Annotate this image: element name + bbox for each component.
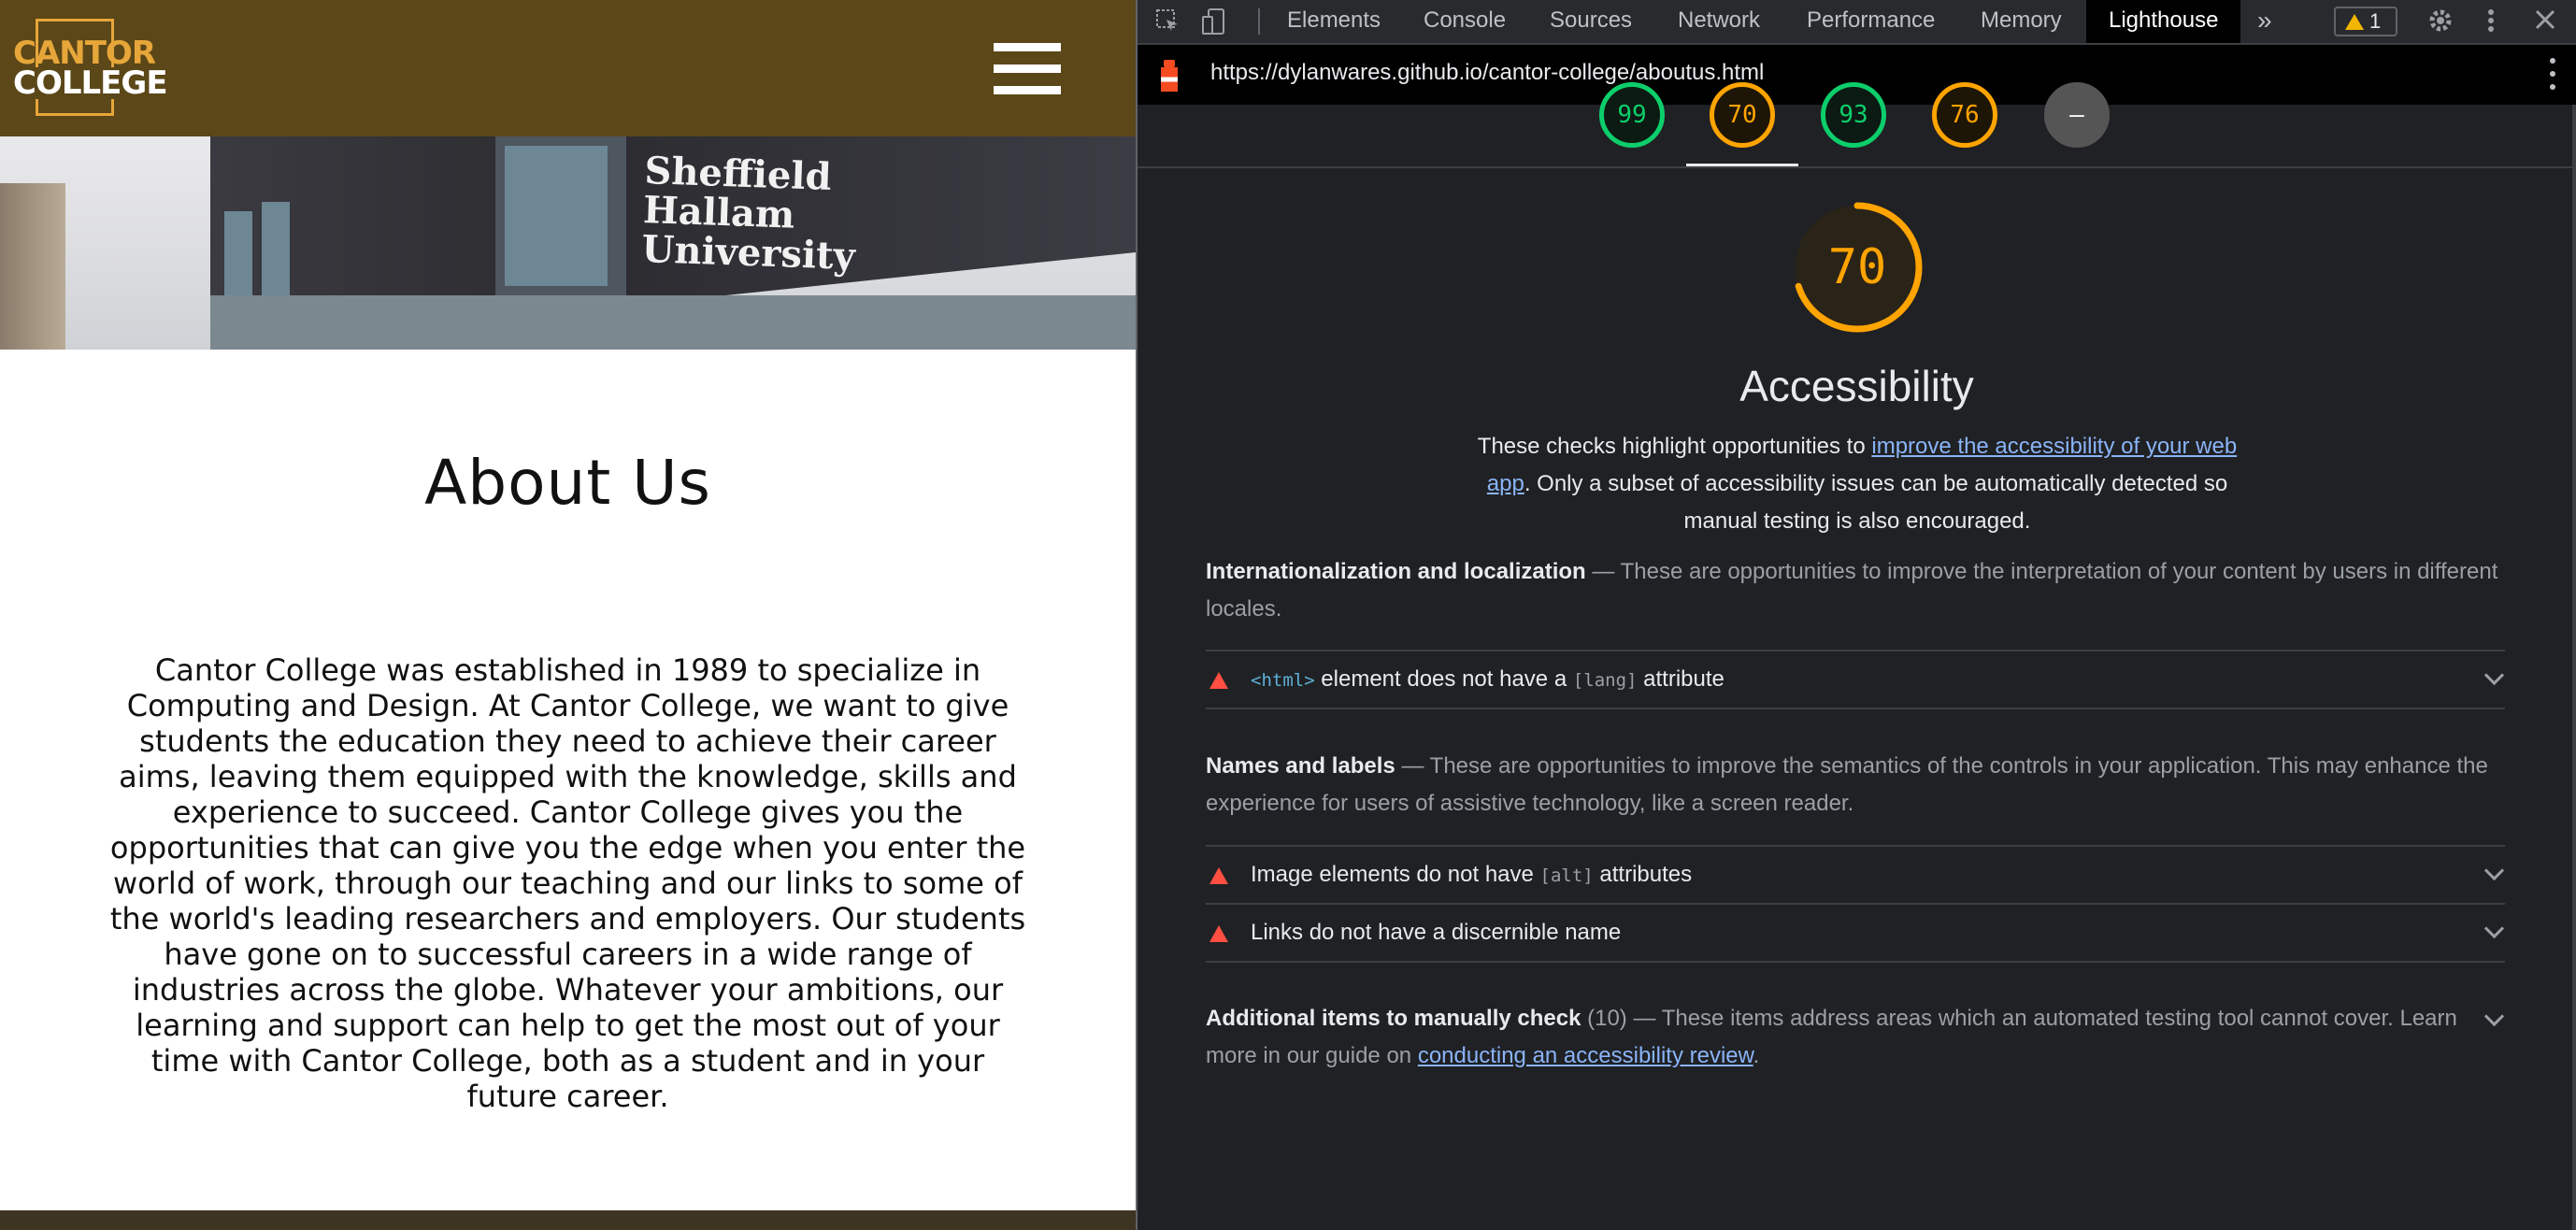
hamburger-menu-icon[interactable]: [994, 43, 1061, 95]
about-paragraph: Cantor College was established in 1989 t…: [109, 652, 1026, 1114]
audit-html-lang[interactable]: <html> element does not have a [lang] at…: [1206, 650, 2505, 709]
page-title: About Us: [424, 447, 711, 519]
fail-icon: [1209, 867, 1228, 884]
gauge-performance[interactable]: 99: [1599, 82, 1665, 148]
logo-line2: COLLEGE: [13, 64, 168, 102]
accessibility-review-guide-link[interactable]: conducting an accessibility review: [1418, 1043, 1753, 1068]
warning-icon: [2345, 14, 2364, 30]
site-header: CANTOR COLLEGE: [0, 0, 1136, 136]
active-gauge-indicator: [1686, 164, 1798, 166]
tab-network[interactable]: Network: [1678, 0, 1760, 43]
group-names-labels-header: Names and labels — These are opportuniti…: [1206, 753, 2488, 816]
hero-banner-image: Sheffield Hallam University: [0, 136, 1136, 350]
settings-gear-icon[interactable]: [2426, 7, 2455, 37]
chevron-down-icon: [2483, 665, 2505, 686]
score-gauges-row: 99 70 93 76 –: [1138, 82, 2576, 168]
manual-checks-section[interactable]: Additional items to manually check (10) …: [1206, 1000, 2505, 1075]
gauge-seo[interactable]: 76: [1932, 82, 1997, 148]
devtools-toolbar: Elements Console Sources Network Perform…: [1138, 0, 2576, 45]
gauge-pwa[interactable]: –: [2044, 82, 2110, 148]
tab-performance[interactable]: Performance: [1807, 0, 1935, 43]
tab-memory[interactable]: Memory: [1981, 0, 2062, 43]
panel-scrollbar[interactable]: [2572, 105, 2576, 1230]
accessibility-score-value: 70: [1827, 239, 1887, 295]
cantor-college-logo[interactable]: CANTOR COLLEGE: [13, 17, 168, 118]
group-i18n-header: Internationalization and localization — …: [1206, 559, 2498, 622]
more-tabs-icon[interactable]: »: [2257, 0, 2272, 43]
gauge-best-practices[interactable]: 93: [1821, 82, 1886, 148]
report-menu-icon[interactable]: [2550, 58, 2557, 92]
category-title: Accessibility: [1739, 362, 1974, 410]
chevron-down-icon: [2483, 918, 2505, 939]
audit-link-name[interactable]: Links do not have a discernible name: [1206, 903, 2505, 963]
banner-sign-text: Sheffield Hallam University: [640, 149, 856, 279]
chevron-down-icon: [2483, 860, 2505, 881]
close-devtools-icon[interactable]: [2530, 7, 2560, 37]
fail-icon: [1209, 672, 1228, 689]
devtools-panel: Elements Console Sources Network Perform…: [1138, 0, 2576, 1230]
tab-elements[interactable]: Elements: [1287, 0, 1381, 43]
website-viewport: CANTOR COLLEGE Sheffield Hallam Universi…: [0, 0, 1136, 1230]
lighthouse-icon: [1158, 60, 1181, 92]
audit-image-alt[interactable]: Image elements do not have [alt] attribu…: [1206, 845, 2505, 905]
tab-console[interactable]: Console: [1424, 0, 1506, 43]
device-toolbar-icon[interactable]: [1199, 7, 1229, 37]
site-footer: [0, 1210, 1136, 1230]
tab-lighthouse[interactable]: Lighthouse: [2086, 0, 2241, 43]
category-description: These checks highlight opportunities to …: [1477, 434, 2238, 534]
fail-icon: [1209, 925, 1228, 942]
tab-sources[interactable]: Sources: [1550, 0, 1632, 43]
chevron-down-icon: [2483, 1006, 2505, 1027]
gauge-accessibility[interactable]: 70: [1710, 82, 1775, 148]
more-options-icon[interactable]: [2476, 7, 2506, 37]
inspect-element-icon[interactable]: [1152, 7, 1182, 37]
warnings-badge[interactable]: 1: [2334, 7, 2397, 36]
audited-url: https://dylanwares.github.io/cantor-coll…: [1210, 60, 1765, 85]
